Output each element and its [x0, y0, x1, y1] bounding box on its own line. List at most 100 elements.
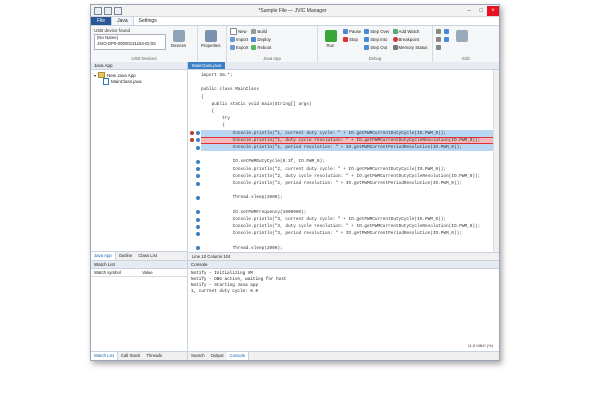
undo-icon[interactable] — [104, 6, 112, 15]
line-marker-icon — [196, 181, 200, 186]
code-line[interactable] — [201, 79, 493, 86]
tab-outline[interactable]: Outline — [116, 252, 136, 260]
devices-button[interactable]: Devices — [169, 28, 188, 48]
copy-icon[interactable] — [436, 36, 441, 43]
java-file-icon — [103, 77, 109, 85]
breakpoint-icon[interactable] — [190, 138, 194, 143]
redo-icon[interactable] — [114, 6, 122, 15]
stop-button[interactable]: Stop — [343, 36, 361, 43]
export-button[interactable]: Export — [230, 44, 248, 51]
code-line[interactable]: { — [201, 108, 493, 115]
breakpoint-icon[interactable] — [190, 131, 194, 136]
code-line[interactable]: Console.println("2, duty cycle resolutio… — [201, 173, 493, 180]
tree-node-file[interactable]: MainClass.java — [94, 77, 184, 85]
new-button[interactable]: New — [230, 28, 248, 35]
tab-class-list[interactable]: Class List — [135, 252, 160, 260]
watch-columns: Watch symbol Value — [91, 269, 187, 277]
code-line[interactable]: Console.println("3, current duty cycle: … — [201, 216, 493, 223]
group-label: USB Devices — [131, 56, 157, 61]
tab-settings[interactable]: Settings — [134, 17, 162, 25]
tab-java-app[interactable]: Java App — [91, 252, 116, 260]
save-icon[interactable] — [94, 6, 102, 15]
find-button[interactable] — [452, 28, 471, 43]
deploy-button[interactable]: Deploy — [251, 36, 271, 43]
code-line[interactable]: public static void main(String[] args) — [201, 101, 493, 108]
tab-watch-list[interactable]: Watch List — [91, 352, 118, 360]
code-line[interactable] — [201, 202, 493, 209]
watch-panel-tabs: Watch List Call Stack Threads — [91, 351, 187, 360]
group-label: Edit — [462, 56, 470, 61]
tab-search[interactable]: Search — [188, 352, 208, 360]
code-line[interactable]: Thread.sleep(2000); — [201, 245, 493, 252]
code-line[interactable]: IO.setPWMDutyCycle(0.3f, IO.PWM_0); — [201, 158, 493, 165]
code-line[interactable]: import Sm.*; — [201, 72, 493, 79]
code-line[interactable]: try — [201, 115, 493, 122]
code-line[interactable]: Console.println("1, duty cycle resolutio… — [201, 136, 493, 144]
code-line[interactable]: Console.println("3, period resolution: "… — [201, 230, 493, 237]
tab-java[interactable]: Java — [111, 16, 134, 25]
code-line[interactable] — [201, 238, 493, 245]
maximize-icon[interactable]: □ — [475, 6, 487, 16]
breakpoint-button[interactable]: Breakpoint — [392, 36, 428, 43]
code-area[interactable]: import Sm.*; public class MainClass{ publ… — [188, 70, 499, 252]
undo-edit-icon[interactable] — [444, 28, 449, 35]
watch-value-header: Value — [142, 270, 153, 275]
code-line[interactable] — [201, 151, 493, 158]
title-bar: *Sample File — JVIC Manager – □ × — [91, 5, 499, 17]
add-watch-button[interactable]: Add Watch — [392, 28, 428, 35]
cut-icon[interactable] — [436, 28, 441, 35]
close-icon[interactable]: × — [487, 5, 499, 16]
tab-output[interactable]: Output — [208, 352, 227, 360]
code-line[interactable]: Console.println("2, current duty cycle: … — [201, 166, 493, 173]
step-into-button[interactable]: Step Into — [364, 36, 389, 43]
ribbon-tabs: File Java Settings — [91, 16, 499, 26]
code-line[interactable]: Console.println("1, current duty cycle: … — [201, 129, 493, 137]
code-lines[interactable]: import Sm.*; public class MainClass{ publ… — [201, 70, 499, 252]
console-title: Console — [188, 261, 499, 269]
code-line[interactable]: { — [201, 122, 493, 129]
usb-devices-group: USB device found (No Name) JSIO-DP0-0000… — [91, 26, 198, 62]
step-over-button[interactable]: Step Over — [364, 28, 390, 35]
run-button[interactable]: Run — [321, 28, 340, 48]
line-marker-icon — [196, 217, 200, 222]
device-id: JSIO-DP0-00000131163-ID:0S — [97, 41, 156, 46]
tab-file[interactable]: File — [91, 17, 112, 25]
reboot-button[interactable]: Reboot — [251, 44, 271, 51]
watch-body[interactable] — [91, 277, 187, 351]
console-output[interactable]: Notify - Initializing VM Notify - DBG ac… — [188, 269, 499, 351]
edit-group: Edit — [433, 26, 499, 62]
line-marker-icon — [196, 224, 200, 229]
line-marker-icon — [196, 231, 200, 236]
code-line[interactable]: public class MainClass — [201, 86, 493, 93]
code-line[interactable]: Thread.sleep(2000); — [201, 194, 493, 201]
watch-symbol-header: Watch symbol — [94, 270, 121, 275]
redo-edit-icon[interactable] — [444, 36, 449, 43]
import-button[interactable]: Import — [230, 36, 248, 43]
console-line: 1, current duty cycle: 0.0 — [191, 289, 259, 294]
line-marker-icon — [196, 210, 200, 215]
build-button[interactable]: Build — [251, 28, 271, 35]
editor-tab[interactable]: MainClass.java — [188, 62, 226, 69]
step-out-button[interactable]: Step Out — [364, 44, 389, 51]
code-line[interactable]: IO.setPWMFrequency(1000000); — [201, 209, 493, 216]
vertical-scrollbar[interactable] — [493, 70, 499, 252]
usb-label: USB device found — [94, 28, 131, 33]
bottom-area: Watch List Watch symbol Value Watch List… — [91, 260, 499, 360]
minimize-icon[interactable]: – — [463, 6, 475, 16]
properties-button[interactable]: Properties — [201, 28, 221, 48]
quick-access-toolbar — [94, 6, 122, 15]
code-line[interactable]: { — [201, 94, 493, 101]
usb-device-select[interactable]: (No Name) JSIO-DP0-00000131163-ID:0S — [94, 34, 166, 50]
paste-icon[interactable] — [436, 44, 441, 51]
line-marker-icon — [196, 131, 200, 136]
code-line[interactable]: Console.println("1, period resolution: "… — [201, 144, 493, 151]
memory-status-button[interactable]: Memory Status — [392, 44, 427, 51]
pause-button[interactable]: Pause — [343, 28, 361, 35]
tab-call-stack[interactable]: Call Stack — [118, 352, 143, 360]
project-tree: ▾ New Java App MainClass.java — [91, 70, 187, 251]
code-line[interactable]: Console.println("3, duty cycle resolutio… — [201, 223, 493, 230]
code-line[interactable]: Console.println("2, period resolution: "… — [201, 180, 493, 187]
tab-console[interactable]: Console — [226, 352, 250, 360]
tab-threads[interactable]: Threads — [143, 352, 165, 360]
code-line[interactable] — [201, 187, 493, 194]
